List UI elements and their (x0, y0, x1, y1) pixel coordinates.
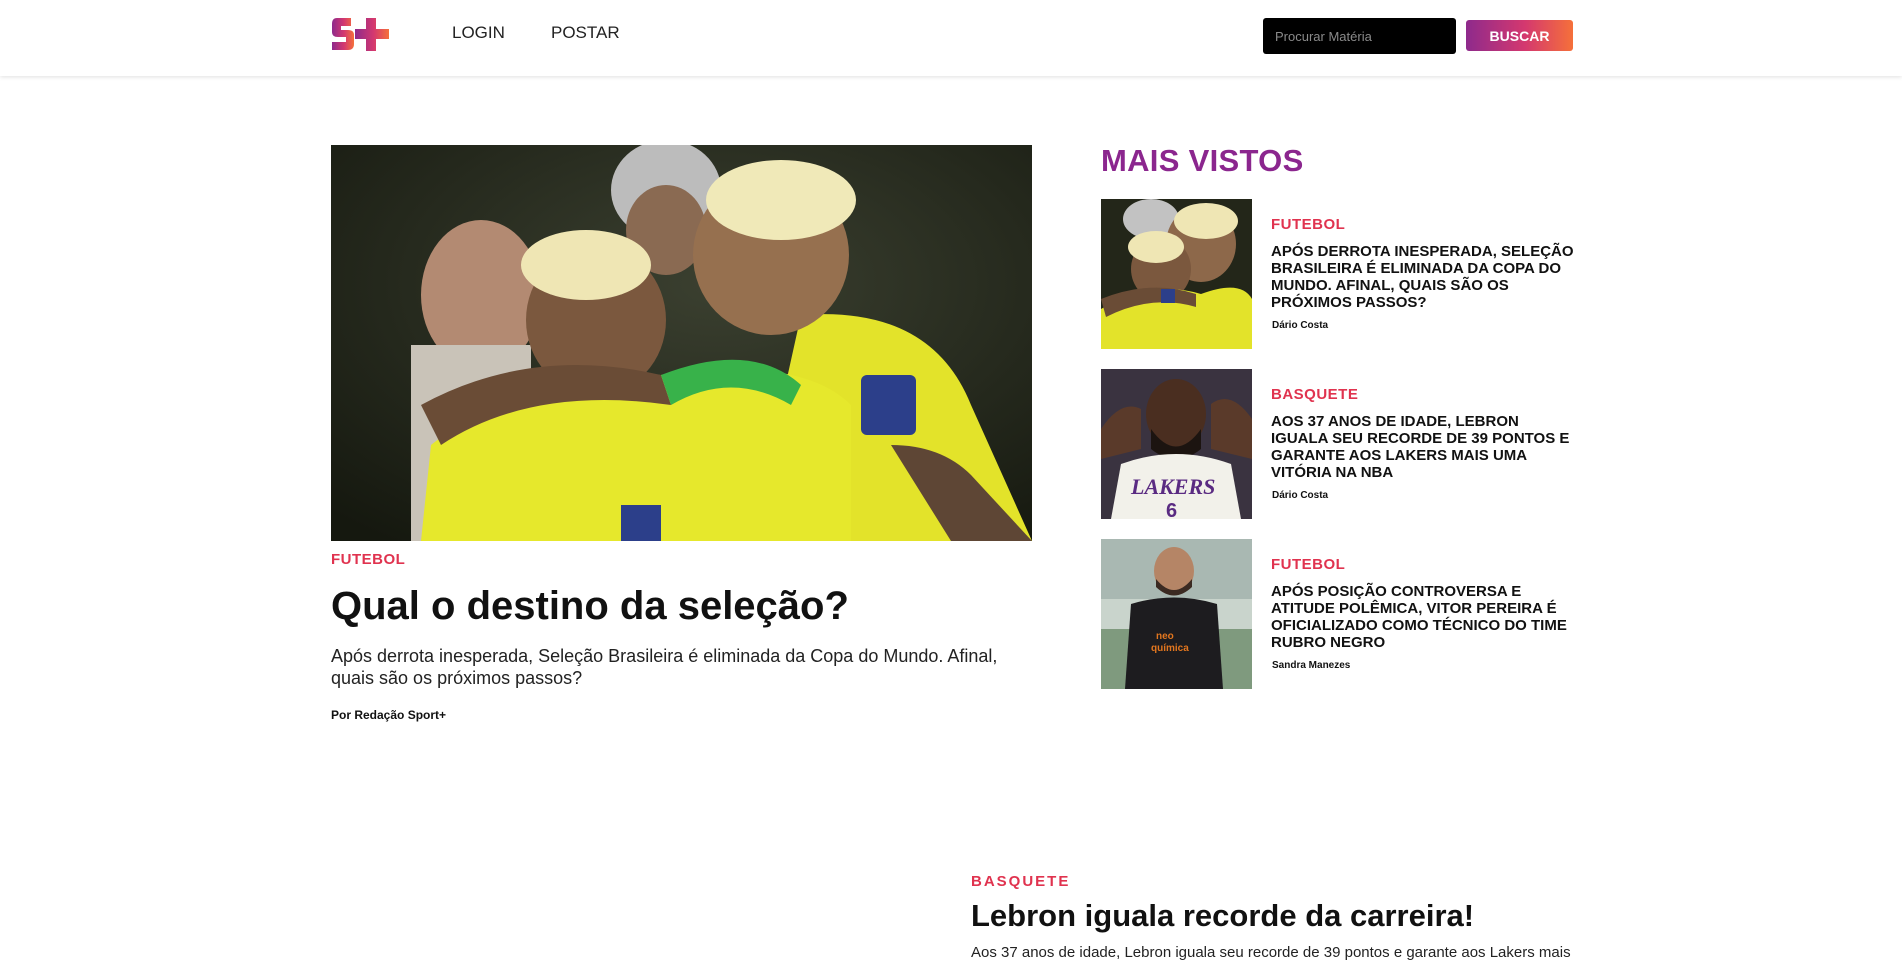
second-article-title[interactable]: Lebron iguala recorde da carreira! (971, 898, 1474, 934)
search-input[interactable] (1263, 18, 1456, 54)
sport-plus-logo-icon[interactable] (331, 15, 393, 53)
search-button[interactable]: BUSCAR (1466, 20, 1573, 51)
featured-summary: Após derrota inesperada, Seleção Brasile… (331, 646, 998, 688)
sidebar-article-category[interactable]: FUTEBOL (1271, 556, 1345, 573)
sidebar-article-card[interactable]: neo química FUTEBOL Após posição controv… (1101, 539, 1574, 689)
nav-postar-link[interactable]: POSTAR (551, 23, 620, 43)
svg-text:química: química (1151, 643, 1189, 654)
sidebar-article-title[interactable]: Após posição controversa e atitude polêm… (1271, 583, 1575, 651)
sidebar-article-card[interactable]: FUTEBOL Após derrota inesperada, Seleção… (1101, 199, 1574, 349)
sidebar-article-image[interactable]: neo química (1101, 539, 1252, 689)
lebron-lakers-photo-icon: LAKERS 6 (1101, 369, 1252, 519)
sidebar-article-author: Sandra Manezes (1272, 660, 1351, 671)
sidebar-article-title[interactable]: Após derrota inesperada, Seleção Brasile… (1271, 243, 1575, 311)
sidebar-article-image[interactable] (1101, 199, 1252, 349)
sidebar-title: MAIS VISTOS (1101, 143, 1304, 178)
sidebar-article-image[interactable]: LAKERS 6 (1101, 369, 1252, 519)
vitor-pereira-coach-photo-icon: neo química (1101, 539, 1252, 689)
svg-text:LAKERS: LAKERS (1130, 474, 1215, 499)
brazil-players-photo-icon (1101, 199, 1252, 349)
second-article-summary: Aos 37 anos de idade, Lebron iguala seu … (971, 944, 1571, 961)
sidebar-article-card[interactable]: LAKERS 6 BASQUETE Aos 37 anos de idade, … (1101, 369, 1574, 519)
featured-image[interactable] (331, 145, 1032, 541)
nav-login-link[interactable]: LOGIN (452, 23, 505, 43)
featured-category[interactable]: FUTEBOL (331, 551, 405, 568)
sidebar-article-title[interactable]: Aos 37 anos de idade, Lebron iguala seu … (1271, 413, 1575, 481)
sidebar-article-category[interactable]: FUTEBOL (1271, 216, 1345, 233)
site-header: LOGIN POSTAR BUSCAR (0, 0, 1902, 76)
brazil-team-players-embracing-photo-icon (331, 145, 1032, 541)
featured-title[interactable]: Qual o destino da seleção? (331, 584, 849, 629)
sidebar-article-category[interactable]: BASQUETE (1271, 386, 1358, 403)
second-article-category[interactable]: BASQUETE (971, 873, 1070, 890)
sidebar-article-author: Dário Costa (1272, 320, 1329, 331)
svg-text:neo: neo (1156, 631, 1174, 642)
featured-author: Por Redação Sport+ (331, 708, 447, 722)
sidebar-article-author: Dário Costa (1272, 490, 1329, 501)
svg-text:6: 6 (1166, 500, 1177, 519)
